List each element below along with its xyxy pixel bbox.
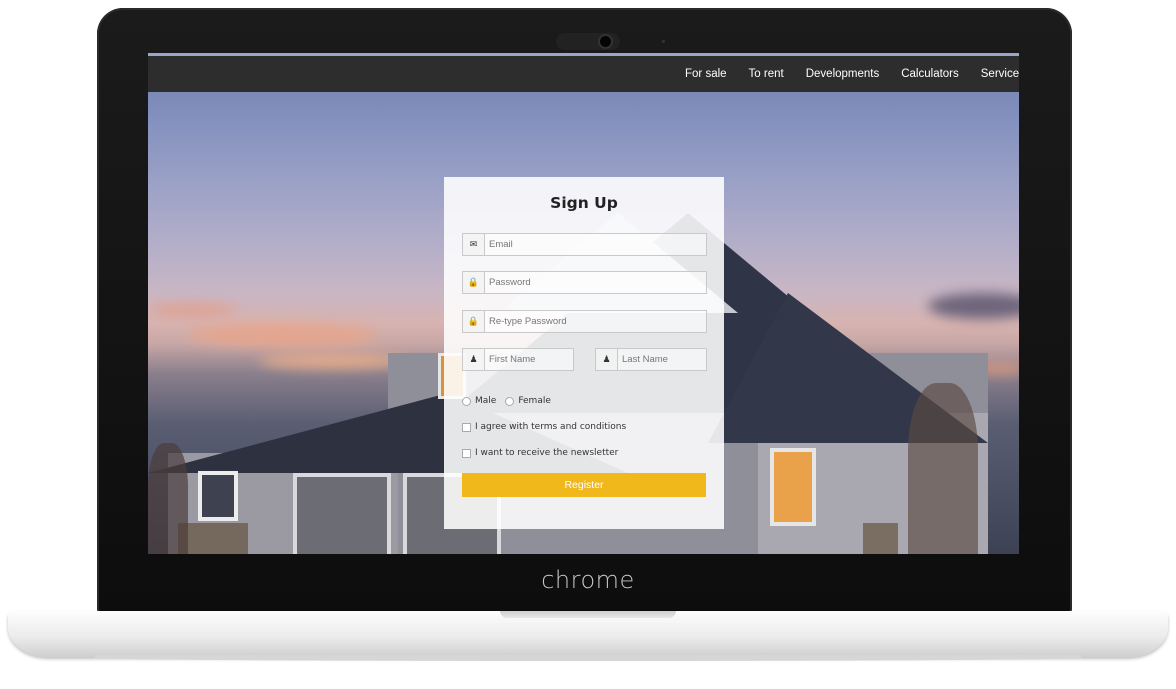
newsletter-option: I want to receive the newsletter — [462, 448, 618, 458]
tree — [908, 383, 978, 554]
email-input[interactable] — [485, 234, 706, 255]
webcam-indicator-icon — [662, 40, 665, 43]
email-field-group: ✉ — [462, 233, 707, 256]
first-name-input[interactable] — [485, 349, 573, 370]
user-icon: ♟ — [596, 349, 618, 370]
nav-item-for-sale[interactable]: For sale — [685, 68, 727, 80]
gender-male-label: Male — [475, 396, 497, 406]
terms-checkbox[interactable] — [462, 422, 471, 432]
webcam-lens-icon — [600, 36, 611, 47]
lock-icon: 🔒 — [463, 272, 485, 293]
nav-item-services[interactable]: Services( — [981, 68, 1019, 80]
nav-item-calculators[interactable]: Calculators — [901, 68, 959, 80]
retype-password-field-group: 🔒 — [462, 310, 707, 333]
laptop-screen: For sale To rent Developments Calculator… — [148, 53, 1019, 554]
newsletter-label: I want to receive the newsletter — [475, 448, 619, 458]
garage-door — [293, 473, 391, 554]
stone-pillar — [863, 523, 898, 554]
last-name-input[interactable] — [618, 349, 706, 370]
nav-item-developments[interactable]: Developments — [806, 68, 880, 80]
terms-option: I agree with terms and conditions — [462, 422, 626, 432]
laptop-base-notch — [500, 611, 676, 618]
gender-female-label: Female — [518, 396, 551, 406]
laptop-brand-logo: chrome — [541, 566, 635, 594]
house-window-lit — [770, 448, 816, 526]
envelope-icon: ✉ — [463, 234, 485, 255]
gender-male-radio[interactable] — [462, 396, 471, 406]
signup-card: Sign Up ✉ 🔒 🔒 ♟ ♟ Male Female — [444, 177, 724, 529]
gender-options: Male Female — [462, 396, 551, 406]
laptop-base-shadow — [95, 655, 1081, 661]
cloud — [188, 323, 378, 347]
user-icon: ♟ — [463, 349, 485, 370]
nav-item-to-rent[interactable]: To rent — [749, 68, 784, 80]
newsletter-checkbox[interactable] — [462, 448, 471, 458]
last-name-field-group: ♟ — [595, 348, 707, 371]
password-field-group: 🔒 — [462, 271, 707, 294]
tree — [148, 443, 188, 554]
signup-title: Sign Up — [550, 194, 618, 212]
retype-password-input[interactable] — [485, 311, 706, 332]
lock-icon: 🔒 — [463, 311, 485, 332]
cloud — [148, 303, 238, 317]
nav-menu: For sale To rent Developments Calculator… — [685, 56, 1019, 92]
register-button[interactable]: Register — [462, 473, 706, 497]
gender-female-radio[interactable] — [505, 396, 515, 406]
first-name-field-group: ♟ — [462, 348, 574, 371]
cloud — [258, 353, 408, 369]
password-input[interactable] — [485, 272, 706, 293]
stone-pillar — [178, 523, 248, 554]
terms-label: I agree with terms and conditions — [475, 422, 627, 432]
house-window — [198, 471, 238, 521]
top-navbar: For sale To rent Developments Calculator… — [148, 53, 1019, 92]
